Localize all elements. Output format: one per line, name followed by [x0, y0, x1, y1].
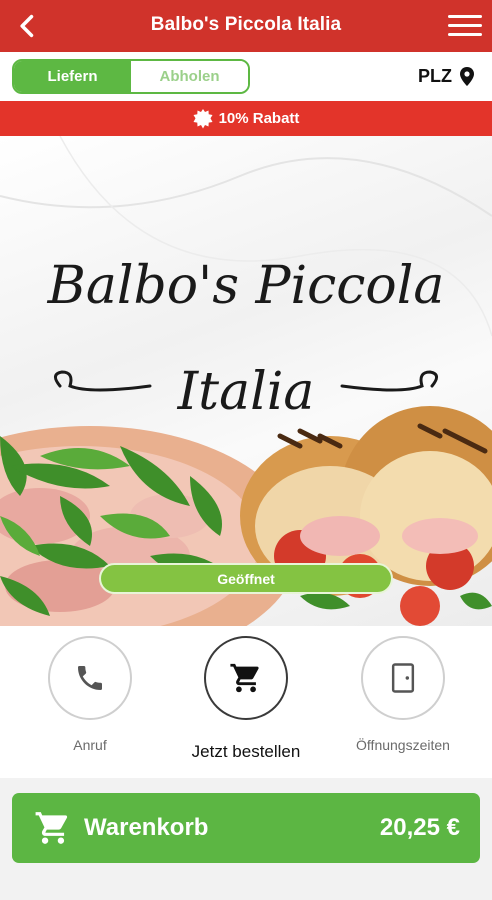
cart-total: 20,25 € [379, 814, 460, 841]
cart-button[interactable]: Warenkorb 20,25 € [12, 793, 480, 863]
order-now-label: Jetzt bestellen [191, 742, 301, 761]
postal-code-label: PLZ [418, 66, 452, 86]
opening-hours-button[interactable]: Öffnungszeiten [333, 636, 473, 753]
discount-banner[interactable]: 10% Rabatt [0, 101, 492, 136]
cart-icon [35, 812, 68, 844]
mode-bar: Liefern Abholen PLZ [0, 52, 492, 101]
page-title: Balbo's Piccola Italia [150, 14, 342, 35]
discount-text: 10% Rabatt [218, 110, 300, 127]
delivery-mode-toggle: Liefern Abholen [12, 59, 250, 94]
call-label: Anruf [73, 737, 107, 753]
restaurant-logo-line2: Italia [177, 362, 315, 422]
postal-code-button[interactable]: PLZ [418, 66, 474, 87]
cart-icon [230, 663, 259, 693]
open-status-badge: Geöffnet [99, 563, 393, 594]
location-pin-icon [460, 67, 474, 86]
phone-icon [78, 666, 102, 690]
discount-badge-icon [193, 108, 213, 128]
call-button-circle[interactable] [48, 636, 132, 720]
opening-hours-circle[interactable] [361, 636, 445, 720]
order-now-button[interactable]: Jetzt bestellen [176, 636, 316, 762]
restaurant-hero-image: Balbo's Piccola Italia Geöffnet [0, 136, 492, 626]
quick-actions: Anruf Jetzt bestellen Öffnungszeiten [0, 626, 492, 778]
toggle-option-abholen[interactable]: Abholen [131, 61, 248, 92]
restaurant-logo-line1: Balbo's Piccola [47, 256, 445, 316]
order-now-circle[interactable] [204, 636, 288, 720]
door-icon [391, 663, 415, 693]
call-button[interactable]: Anruf [20, 636, 160, 753]
app-header: Balbo's Piccola Italia [0, 0, 492, 52]
toggle-option-liefern[interactable]: Liefern [14, 61, 131, 92]
cart-label: Warenkorb [84, 814, 209, 841]
hamburger-menu-icon[interactable] [448, 12, 482, 40]
opening-hours-label: Öffnungszeiten [356, 737, 450, 753]
